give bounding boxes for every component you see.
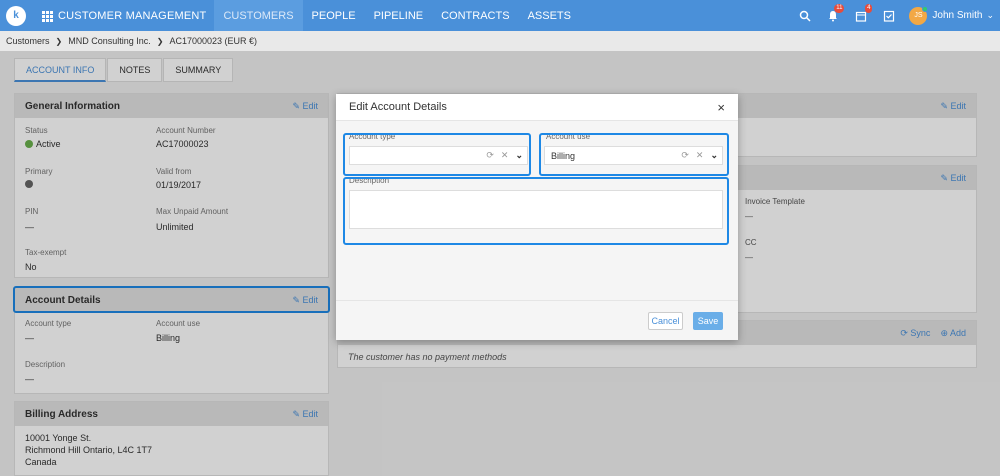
notifications-badge: 11 — [834, 4, 845, 13]
nav-pipeline[interactable]: PIPELINE — [365, 0, 433, 31]
breadcrumb-customers[interactable]: Customers — [6, 36, 50, 46]
checklist-icon[interactable] — [875, 0, 903, 31]
notifications-bell-icon[interactable]: 11 — [819, 0, 847, 31]
account-type-highlight — [343, 133, 531, 176]
modal-title: Edit Account Details — [349, 101, 447, 113]
nav-contracts[interactable]: CONTRACTS — [432, 0, 518, 31]
description-highlight — [343, 177, 729, 245]
chevron-right-icon: ❯ — [55, 36, 63, 46]
app-title[interactable]: CUSTOMER MANAGEMENT — [58, 10, 206, 22]
top-right-actions: 11 4 JS John Smith ⌄ — [791, 0, 1000, 31]
top-nav-bar: k CUSTOMER MANAGEMENT CUSTOMERS PEOPLE P… — [0, 0, 1000, 31]
modal-header: Edit Account Details × — [336, 94, 738, 121]
nav-customers[interactable]: CUSTOMERS — [214, 0, 303, 31]
breadcrumb-account: AC17000023 (EUR €) — [169, 36, 258, 46]
breadcrumb: Customers ❯ MND Consulting Inc. ❯ AC1700… — [0, 31, 1000, 51]
app-logo-icon[interactable]: k — [6, 5, 26, 26]
apps-grid-icon[interactable] — [42, 10, 53, 22]
search-icon[interactable] — [791, 0, 819, 31]
chevron-right-icon: ❯ — [156, 36, 164, 46]
user-name[interactable]: John Smith — [932, 10, 982, 21]
tasks-calendar-icon[interactable]: 4 — [847, 0, 875, 31]
nav-assets[interactable]: ASSETS — [519, 0, 580, 31]
breadcrumb-company[interactable]: MND Consulting Inc. — [68, 36, 151, 46]
chevron-down-icon[interactable]: ⌄ — [986, 10, 994, 21]
main-nav: CUSTOMERS PEOPLE PIPELINE CONTRACTS ASSE… — [214, 0, 580, 31]
online-status-dot — [922, 5, 929, 12]
nav-people[interactable]: PEOPLE — [303, 0, 365, 31]
cancel-button[interactable]: Cancel — [648, 312, 683, 330]
user-avatar[interactable]: JS — [909, 5, 929, 25]
close-icon[interactable]: × — [717, 100, 725, 115]
account-use-highlight — [539, 133, 729, 176]
tasks-badge: 4 — [865, 4, 873, 13]
save-button[interactable]: Save — [693, 312, 723, 330]
